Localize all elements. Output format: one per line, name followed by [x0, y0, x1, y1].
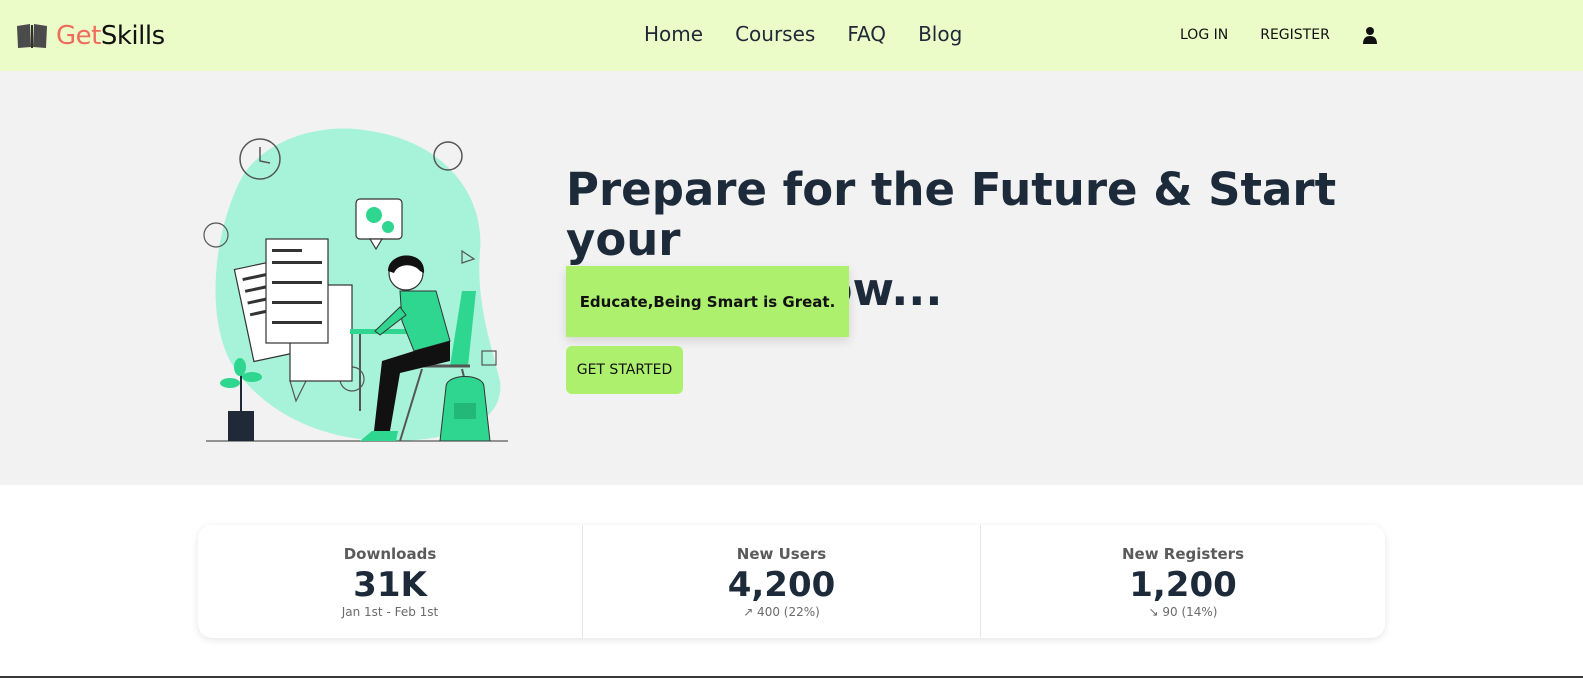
stat-new-users: New Users 4,200 ↗︎ 400 (22%)	[582, 525, 980, 638]
main-nav: Home Courses FAQ Blog	[644, 22, 994, 46]
stat-value: 1,200	[1129, 565, 1237, 605]
stat-downloads: Downloads 31K Jan 1st - Feb 1st	[198, 525, 582, 638]
nav-link-faq[interactable]: FAQ	[847, 22, 886, 46]
brand-name-skills: Skills	[100, 21, 165, 51]
stat-title: New Registers	[1121, 545, 1244, 563]
stat-value: 4,200	[727, 565, 836, 605]
brand-name: GetSkills	[56, 21, 165, 51]
register-link[interactable]: REGISTER	[1260, 27, 1330, 43]
nav-link-blog[interactable]: Blog	[918, 22, 962, 46]
hero-headline-line1: Prepare for the Future & Start your	[566, 163, 1337, 266]
stat-title: Downloads	[343, 545, 437, 563]
student-studying-illustration	[203, 128, 508, 442]
stat-description: Jan 1st - Feb 1st	[341, 605, 439, 619]
stat-description: ↗︎ 400 (22%)	[743, 605, 820, 619]
nav-link-home[interactable]: Home	[644, 22, 703, 46]
get-started-button[interactable]: GET STARTED	[566, 346, 683, 394]
stat-description: ↘︎ 90 (14%)	[1148, 605, 1218, 619]
brand-logo[interactable]: GetSkills	[16, 18, 165, 54]
brand-name-get: Get	[56, 21, 101, 51]
login-link[interactable]: LOG IN	[1180, 27, 1228, 43]
hero-tagline: Educate,Being Smart is Great.	[566, 266, 849, 337]
book-icon	[17, 24, 47, 48]
user-icon[interactable]	[1362, 26, 1378, 44]
stat-new-registers: New Registers 1,200 ↘︎ 90 (14%)	[980, 525, 1385, 638]
nav-link-courses[interactable]: Courses	[735, 22, 815, 46]
hero-section: Prepare for the Future & Start your Cour…	[0, 71, 1583, 485]
stats-panel: Downloads 31K Jan 1st - Feb 1st New User…	[198, 525, 1385, 638]
stat-value: 31K	[353, 565, 427, 605]
stat-title: New Users	[736, 545, 827, 563]
top-navbar: GetSkills Home Courses FAQ Blog LOG IN R…	[0, 0, 1583, 71]
auth-nav: LOG IN REGISTER	[1180, 26, 1378, 44]
